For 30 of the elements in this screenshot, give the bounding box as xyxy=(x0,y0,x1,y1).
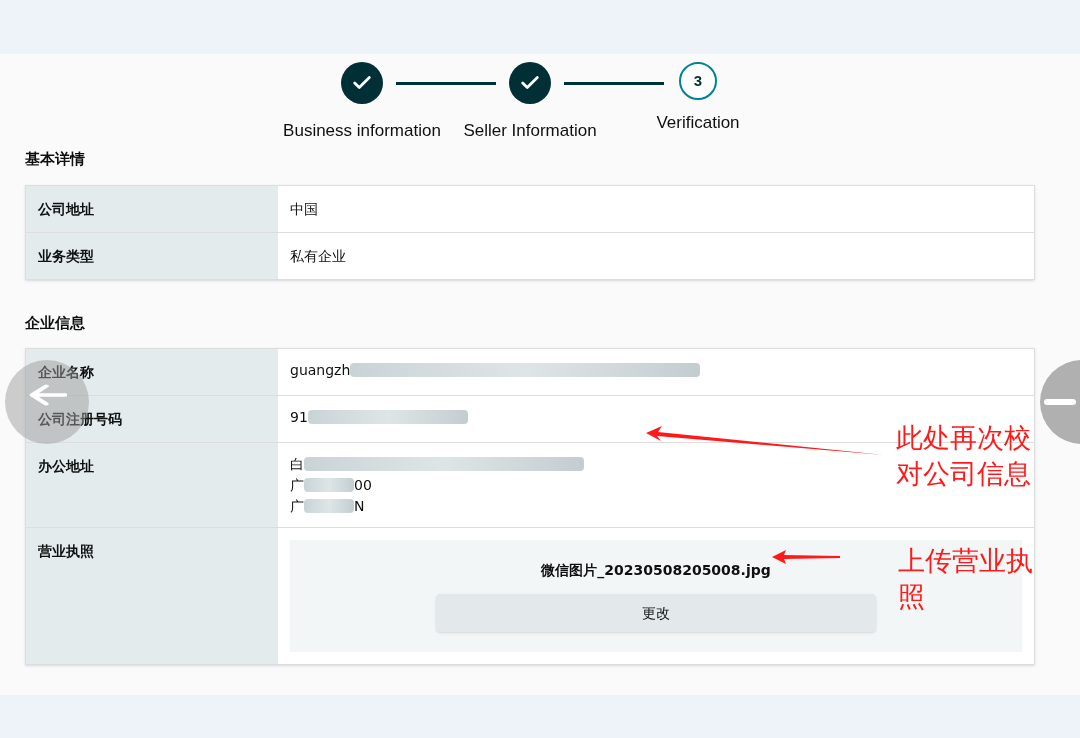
field-value: 私有企业 xyxy=(290,247,346,264)
field-value: 白 xyxy=(290,455,304,474)
minus-icon xyxy=(1044,399,1076,405)
file-name: 微信图片_20230508205008.jpg xyxy=(541,561,771,580)
step-number: 3 xyxy=(679,62,717,100)
field-label: 公司地址 xyxy=(38,200,94,217)
annotation-text: 此处再次校对公司信息 xyxy=(896,421,1032,491)
section-title: 基本详情 xyxy=(25,149,86,170)
field-label: 企业名称 xyxy=(38,364,94,380)
annotation-text: 上传营业执照 xyxy=(898,544,1034,614)
step-label: Seller Information xyxy=(463,120,597,142)
step-label: Business information xyxy=(283,120,441,142)
annotation-arrow xyxy=(772,550,840,564)
field-label: 办公地址 xyxy=(38,458,94,474)
field-value: 中国 xyxy=(290,200,318,217)
field-label: 业务类型 xyxy=(38,247,94,264)
field-value: 广 xyxy=(290,497,304,516)
change-button[interactable]: 更改 xyxy=(436,594,876,632)
field-label: 公司注册号码 xyxy=(38,411,122,427)
field-value: 91 xyxy=(290,408,308,427)
field-value: guangzh xyxy=(290,361,351,380)
redaction-blur xyxy=(304,478,354,492)
section-title: 企业信息 xyxy=(25,312,86,334)
field-label: 营业执照 xyxy=(38,543,94,559)
step-label: Verification xyxy=(656,112,740,134)
field-value: N xyxy=(354,497,365,516)
redaction-blur xyxy=(304,499,354,513)
field-value: 00 xyxy=(354,476,372,495)
left-arrow-icon xyxy=(27,384,67,406)
field-value: 广 xyxy=(290,476,304,495)
